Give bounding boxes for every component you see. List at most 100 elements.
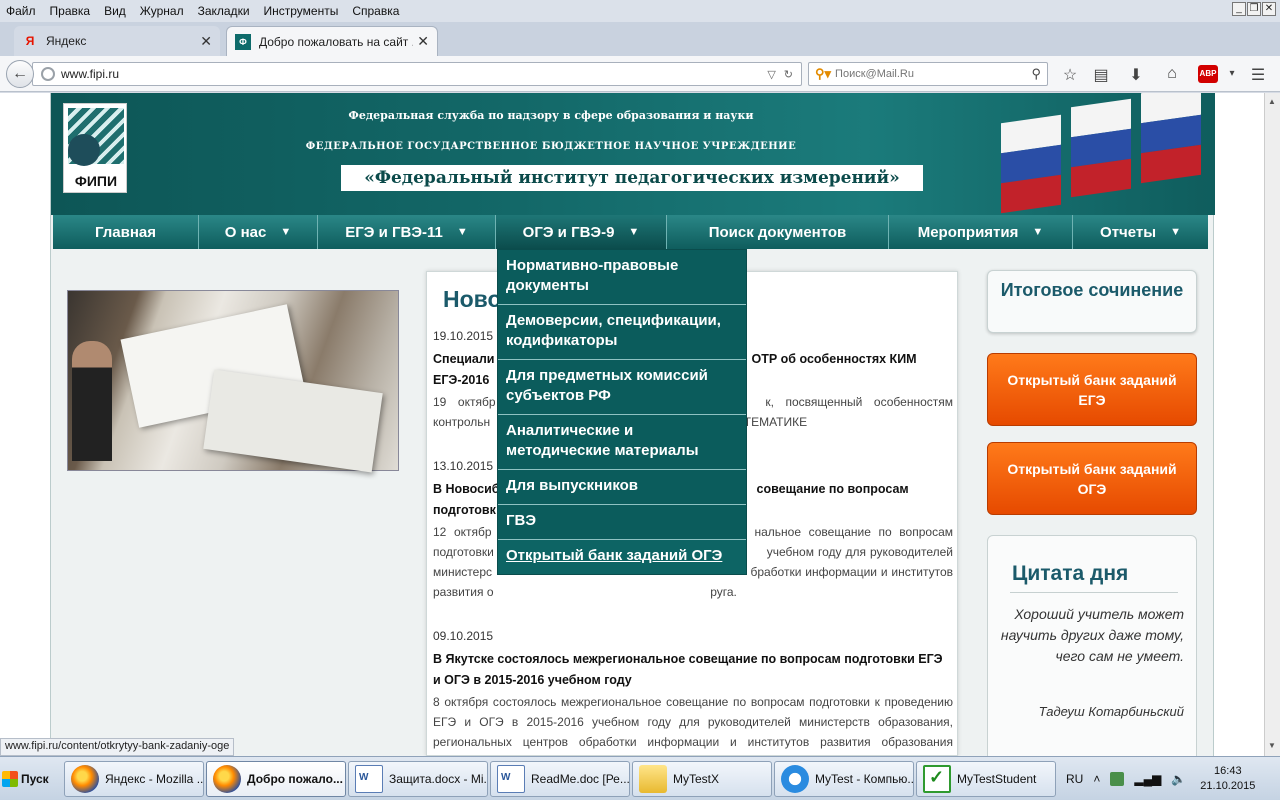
taskbar-label: Добро пожало... [247, 772, 343, 786]
taskbar-label: MyTestStudent [957, 772, 1037, 786]
menu-edit[interactable]: Правка [50, 4, 91, 18]
flag-shape [1001, 114, 1061, 214]
close-tab-icon[interactable]: ✕ [417, 33, 429, 50]
open-bank-oge-button[interactable]: Открытый банк заданий ОГЭ [987, 442, 1197, 515]
final-essay-button[interactable]: Итоговое сочинение [987, 270, 1197, 333]
windows-logo-icon [2, 771, 18, 787]
tray-app-icon[interactable] [1110, 772, 1125, 786]
search-input[interactable] [835, 68, 1032, 80]
firefox-icon [71, 765, 99, 793]
taskbar-item[interactable]: MyTestX [632, 761, 772, 797]
dropdown-item-regulations[interactable]: Нормативно-правовые документы [498, 250, 746, 305]
hamburger-menu-icon[interactable]: ☰ [1248, 65, 1268, 85]
taskbar-item[interactable]: MyTestStudent [916, 761, 1056, 797]
taskbar-item[interactable]: MyTest - Компью... [774, 761, 914, 797]
minimize-button[interactable]: _ [1232, 2, 1246, 16]
search-bar[interactable]: ⚲▾ ⚲ [808, 62, 1048, 86]
quote-title: Цитата дня [1012, 562, 1129, 585]
adblock-dropdown-icon[interactable]: ▾ [1222, 68, 1242, 79]
downloads-icon[interactable]: ⬇ [1126, 65, 1146, 85]
nav-about[interactable]: О нас ▼ [199, 215, 318, 249]
search-icon[interactable]: ⚲ [1031, 66, 1041, 82]
checkmark-app-icon [923, 765, 951, 793]
network-signal-icon[interactable]: ▂▄▆ [1134, 772, 1161, 786]
quote-of-the-day: Цитата дня Хороший учитель может научить… [987, 535, 1197, 756]
clock[interactable]: 16:43 21.10.2015 [1200, 764, 1255, 794]
dropdown-item-open-bank-oge[interactable]: Открытый банк заданий ОГЭ [498, 540, 746, 574]
news-item: 09.10.2015 В Якутске состоялось межрегио… [433, 629, 953, 756]
header-institute-name: «Федеральный институт педагогических изм… [341, 165, 923, 191]
close-tab-icon[interactable]: ✕ [200, 33, 212, 50]
nav-ege[interactable]: ЕГЭ и ГВЭ-11 ▼ [318, 215, 496, 249]
mailru-search-icon[interactable]: ⚲▾ [815, 66, 831, 82]
bookmark-star-icon[interactable]: ☆ [1060, 65, 1080, 85]
caret-down-icon: ▼ [1170, 226, 1181, 238]
photo-paper [203, 369, 383, 473]
volume-icon[interactable]: 🔈 [1171, 772, 1186, 786]
nav-document-search[interactable]: Поиск документов [667, 215, 889, 249]
nav-label: О нас [224, 223, 267, 241]
taskbar-item[interactable]: ReadMe.doc [Ре... [490, 761, 630, 797]
news-title-link[interactable]: В Якутске состоялось межрегиональное сов… [433, 649, 953, 691]
nav-oge[interactable]: ОГЭ и ГВЭ-9 ▼ [496, 215, 667, 249]
scroll-down-icon[interactable]: ▼ [1268, 741, 1276, 750]
nav-label: Главная [94, 223, 156, 241]
tab-yandex[interactable]: Я Яндекс ✕ [14, 26, 220, 56]
home-icon[interactable]: ⌂ [1162, 65, 1182, 83]
dropdown-item-demo-versions[interactable]: Демоверсии, спецификации, кодификаторы [498, 305, 746, 360]
fipi-favicon-icon: Ф [235, 33, 251, 50]
dropdown-item-gve[interactable]: ГВЭ [498, 505, 746, 540]
back-button[interactable]: ← [6, 60, 34, 88]
menu-help[interactable]: Справка [352, 4, 399, 18]
dropdown-item-analytical-materials[interactable]: Аналитические и методические материалы [498, 415, 746, 470]
menu-bookmarks[interactable]: Закладки [198, 4, 250, 18]
logo-text: ФИПИ [74, 173, 118, 189]
system-tray: RU ˄ ▂▄▆ 🔈 16:43 21.10.2015 [1066, 761, 1280, 797]
nav-events[interactable]: Мероприятия ▼ [889, 215, 1073, 249]
taskbar-item[interactable]: Яндекс - Mozilla ... [64, 761, 204, 797]
flag-shape [1071, 98, 1131, 198]
reload-icon[interactable]: ↻ [784, 68, 793, 81]
yandex-favicon-icon: Я [25, 34, 35, 48]
menu-tools[interactable]: Инструменты [264, 4, 339, 18]
tab-label: Яндекс [46, 34, 87, 48]
header-ministry: Федеральная служба по надзору в сфере об… [348, 109, 754, 122]
nav-reports[interactable]: Отчеты ▼ [1073, 215, 1208, 249]
tab-fipi[interactable]: Ф Добро пожаловать на сайт ... ✕ [226, 26, 438, 56]
url-text[interactable]: www.fipi.ru [61, 67, 767, 81]
nav-label: Мероприятия [917, 223, 1019, 241]
start-button[interactable]: Пуск [2, 763, 58, 795]
scroll-up-icon[interactable]: ▲ [1268, 97, 1276, 106]
menu-bar: Файл Правка Вид Журнал Закладки Инструме… [0, 0, 1280, 22]
russian-flags-image [961, 93, 1215, 215]
reading-list-icon[interactable]: ▤ [1091, 65, 1111, 85]
vertical-scrollbar[interactable]: ▲ ▼ [1264, 93, 1280, 756]
caret-down-icon: ▼ [280, 226, 292, 238]
exam-photo[interactable] [67, 290, 399, 473]
taskbar-item[interactable]: Добро пожало... [206, 761, 346, 797]
language-indicator[interactable]: RU [1066, 772, 1083, 786]
tray-expand-icon[interactable]: ˄ [1093, 772, 1100, 786]
taskbar-item[interactable]: Защита.docx - Mi... [348, 761, 488, 797]
nav-label: ОГЭ и ГВЭ-9 [522, 223, 615, 241]
folder-icon [639, 765, 667, 793]
open-bank-ege-button[interactable]: Открытый банк заданий ЕГЭ [987, 353, 1197, 426]
adblock-plus-icon[interactable]: ABP [1198, 65, 1218, 83]
dropdown-item-graduates[interactable]: Для выпускников [498, 470, 746, 505]
maximize-button[interactable]: ❐ [1247, 2, 1261, 16]
taskbar-label: ReadMe.doc [Ре... [531, 772, 630, 786]
taskbar-label: MyTest - Компью... [815, 772, 914, 786]
dropdown-arrow-icon[interactable]: ▽ [767, 68, 775, 81]
word-document-icon [355, 765, 383, 793]
nav-home[interactable]: Главная [53, 215, 199, 249]
clock-time: 16:43 [1214, 765, 1242, 777]
url-bar[interactable]: www.fipi.ru ▽ ↻ [32, 62, 802, 86]
caret-down-icon: ▼ [1032, 226, 1044, 238]
menu-view[interactable]: Вид [104, 4, 126, 18]
fipi-site: ФИПИ Федеральная служба по надзору в сфе… [50, 93, 1215, 756]
dropdown-item-subject-commissions[interactable]: Для предметных комиссий субъектов РФ [498, 360, 746, 415]
close-window-button[interactable]: ✕ [1262, 2, 1276, 16]
menu-file[interactable]: Файл [6, 4, 36, 18]
menu-history[interactable]: Журнал [140, 4, 184, 18]
tab-label: Добро пожаловать на сайт ... [259, 34, 414, 49]
